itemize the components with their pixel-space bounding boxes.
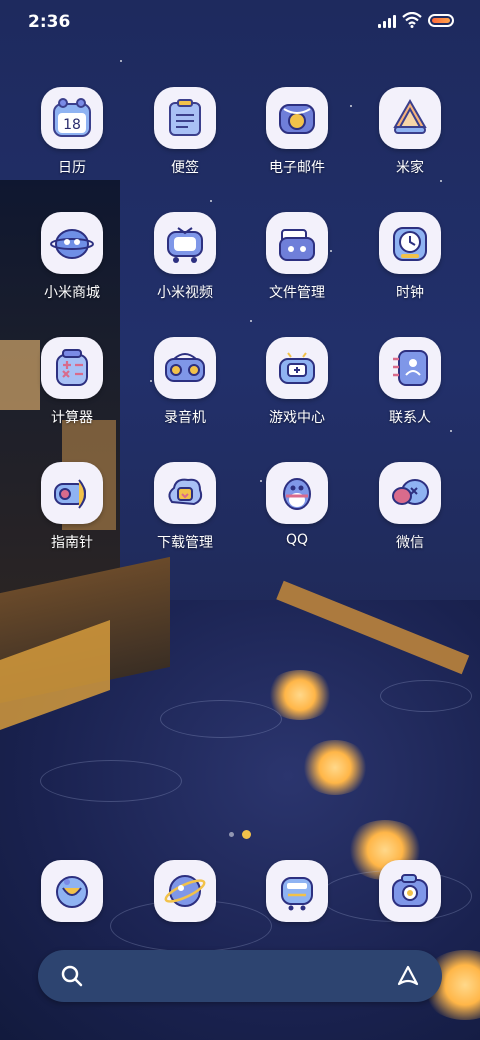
- app-calculator[interactable]: 计算器: [22, 337, 122, 427]
- wifi-icon: [402, 12, 422, 28]
- status-time: 2:36: [28, 12, 71, 32]
- app-label: 小米商城: [44, 285, 100, 301]
- app-downloads[interactable]: 下载管理: [135, 462, 235, 552]
- app-mi-store[interactable]: 小米商城: [22, 212, 122, 302]
- dock-phone[interactable]: [22, 860, 122, 922]
- mi-video-icon: [154, 212, 216, 274]
- page-indicator[interactable]: [0, 824, 480, 843]
- camera-icon: [379, 860, 441, 922]
- calendar-badge: 18: [63, 117, 81, 133]
- app-contacts[interactable]: 联系人: [360, 337, 460, 427]
- signal-icon: [378, 14, 396, 28]
- app-notes[interactable]: 便签: [135, 87, 235, 177]
- app-label: 录音机: [164, 410, 206, 426]
- calculator-icon: [41, 337, 103, 399]
- app-label: 电子邮件: [269, 160, 325, 176]
- app-label: 文件管理: [269, 285, 325, 301]
- app-mijia[interactable]: 米家: [360, 87, 460, 177]
- app-game-center[interactable]: 游戏中心: [247, 337, 347, 427]
- email-icon: [266, 87, 328, 149]
- app-label: 小米视频: [157, 285, 213, 301]
- browser-icon: [266, 860, 328, 922]
- mijia-icon: [379, 87, 441, 149]
- app-label: 指南针: [51, 535, 93, 551]
- game-center-icon: [266, 337, 328, 399]
- app-label: 游戏中心: [269, 410, 325, 426]
- app-label: 便签: [171, 160, 199, 176]
- clock-icon: [379, 212, 441, 274]
- downloads-icon: [154, 462, 216, 524]
- calendar-icon: 18: [41, 87, 103, 149]
- dock-messages[interactable]: [135, 860, 235, 922]
- mi-store-icon: [41, 212, 103, 274]
- status-bar: 2:36: [0, 0, 480, 44]
- search-icon[interactable]: [60, 964, 84, 988]
- app-mi-video[interactable]: 小米视频: [135, 212, 235, 302]
- app-label: 联系人: [389, 410, 431, 426]
- qq-icon: [266, 462, 328, 524]
- dock-camera[interactable]: [360, 860, 460, 922]
- app-file-manager[interactable]: 文件管理: [247, 212, 347, 302]
- app-calendar[interactable]: 18 日历: [22, 87, 122, 177]
- wechat-icon: [379, 462, 441, 524]
- notes-icon: [154, 87, 216, 149]
- messages-icon: [154, 860, 216, 922]
- app-compass[interactable]: 指南针: [22, 462, 122, 552]
- app-label: QQ: [285, 532, 309, 548]
- page-dot-active[interactable]: [242, 830, 251, 839]
- phone-icon: [41, 860, 103, 922]
- app-email[interactable]: 电子邮件: [247, 87, 347, 177]
- app-label: 下载管理: [157, 535, 213, 551]
- app-label: 计算器: [51, 410, 93, 426]
- app-wechat[interactable]: 微信: [360, 462, 460, 552]
- app-qq[interactable]: QQ: [247, 462, 347, 548]
- contacts-icon: [379, 337, 441, 399]
- compass-icon: [41, 462, 103, 524]
- app-label: 日历: [58, 160, 86, 176]
- app-recorder[interactable]: 录音机: [135, 337, 235, 427]
- page-dot[interactable]: [229, 832, 234, 837]
- app-clock[interactable]: 时钟: [360, 212, 460, 302]
- recorder-icon: [154, 337, 216, 399]
- search-bar[interactable]: [38, 950, 442, 1002]
- app-label: 米家: [396, 160, 424, 176]
- ai-assistant-icon[interactable]: [396, 964, 420, 988]
- dock-browser[interactable]: [247, 860, 347, 922]
- battery-icon: [428, 14, 454, 27]
- app-label: 时钟: [396, 285, 424, 301]
- app-label: 微信: [396, 535, 424, 551]
- file-manager-icon: [266, 212, 328, 274]
